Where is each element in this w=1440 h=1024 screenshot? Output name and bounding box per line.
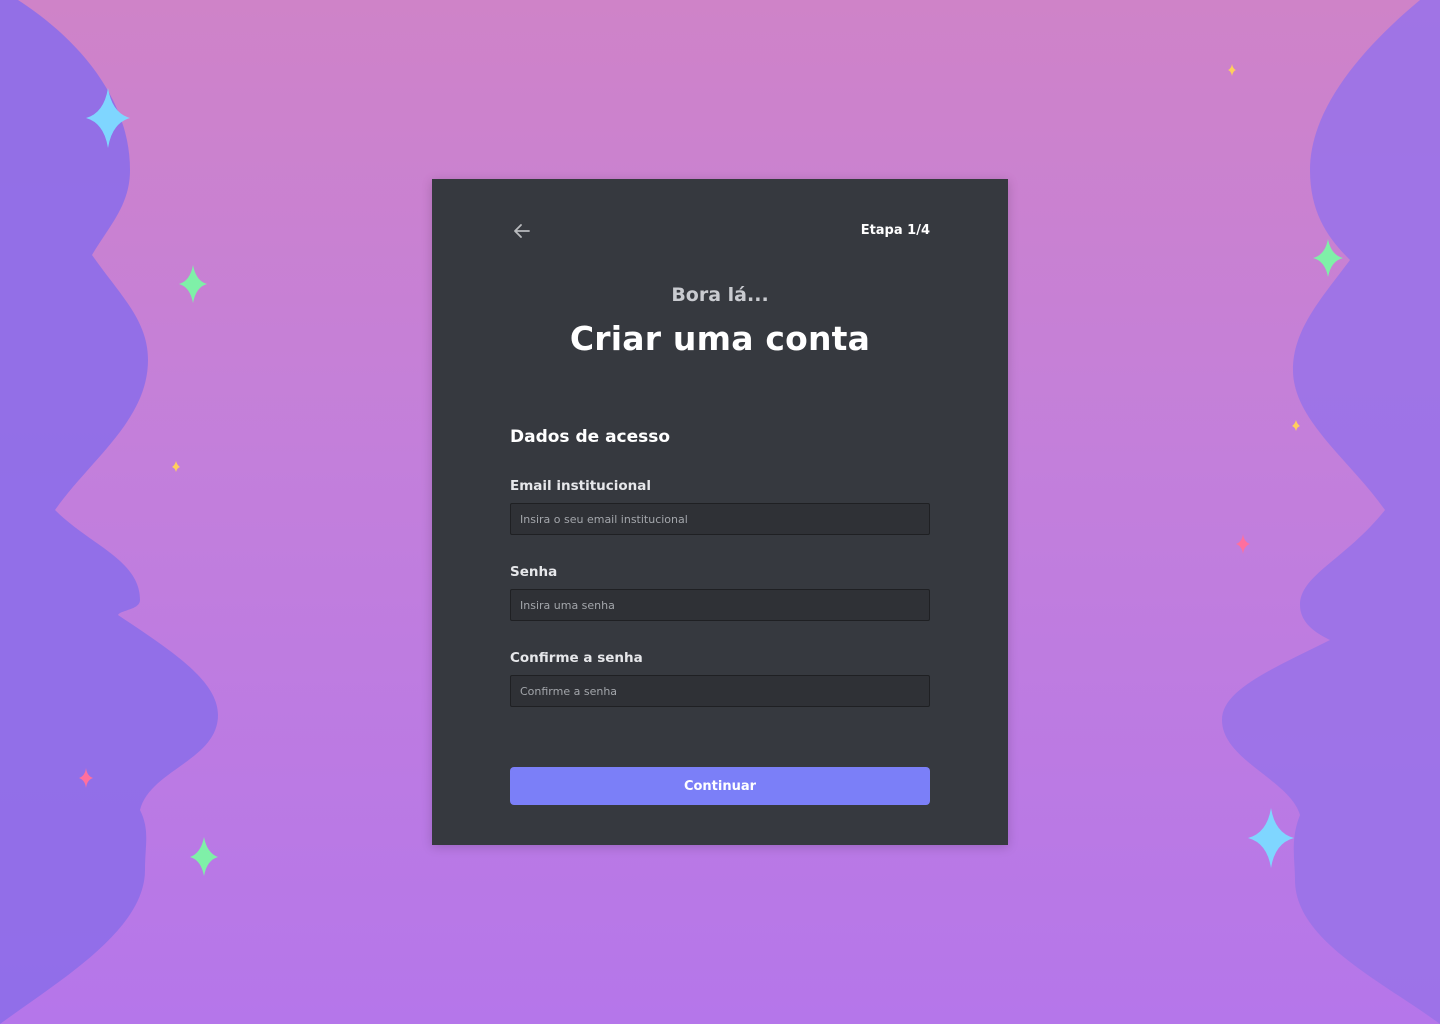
section-title: Dados de acesso — [510, 427, 671, 447]
sparkle-icon — [1236, 534, 1250, 554]
left-wave-shape — [0, 0, 218, 1024]
sparkle-icon — [1228, 64, 1236, 76]
confirm-password-field[interactable] — [510, 675, 930, 707]
sparkle-icon — [1248, 808, 1294, 868]
eyebrow-text: Bora lá... — [671, 284, 769, 306]
confirm-password-label: Confirme a senha — [510, 650, 643, 666]
back-button[interactable] — [510, 219, 534, 243]
password-field[interactable] — [510, 589, 930, 621]
sparkle-icon — [190, 837, 218, 876]
arrow-left-icon — [514, 224, 530, 238]
email-label: Email institucional — [510, 478, 652, 494]
right-wave-shape — [1222, 0, 1440, 1024]
signup-card: Etapa 1/4 Bora lá... Criar uma conta Dad… — [432, 179, 1008, 845]
sparkle-icon — [172, 461, 180, 472]
email-field[interactable] — [510, 503, 930, 535]
step-indicator: Etapa 1/4 — [860, 223, 930, 238]
page-title: Criar uma conta — [569, 319, 871, 358]
continue-button[interactable]: Continuar — [510, 767, 930, 805]
sparkle-icon — [179, 265, 207, 303]
password-label: Senha — [510, 564, 558, 580]
sparkle-icon — [1292, 420, 1300, 431]
